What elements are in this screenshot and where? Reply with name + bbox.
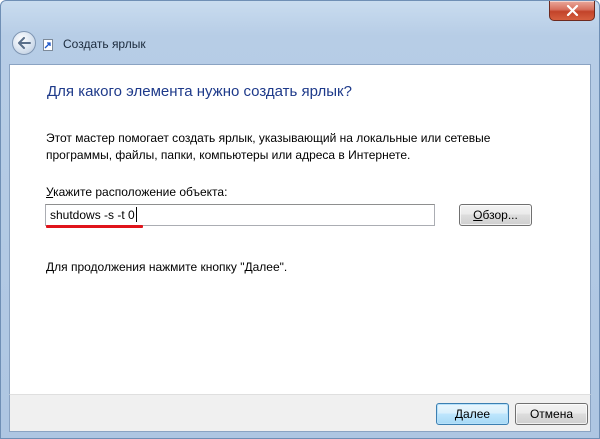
shortcut-icon [43, 39, 53, 51]
location-input[interactable]: shutdows -s -t 0 [45, 204, 435, 226]
wizard-content: Для какого элемента нужно создать ярлык?… [9, 64, 591, 394]
annotation-underline [46, 225, 143, 228]
cancel-button[interactable]: Отмена [515, 403, 588, 425]
button-bar: Далее Отмена [9, 394, 591, 432]
create-shortcut-window: Создать ярлык Для какого элемента нужно … [0, 0, 600, 439]
back-button[interactable] [12, 31, 36, 55]
browse-button[interactable]: Обзор... [459, 204, 532, 226]
close-icon [566, 5, 578, 16]
continue-hint: Для продолжения нажмите кнопку "Далее". [46, 260, 288, 274]
close-button[interactable] [549, 1, 595, 21]
page-heading: Для какого элемента нужно создать ярлык? [47, 83, 352, 100]
text-caret [135, 207, 137, 222]
location-label: Укажите расположение объекта: [46, 185, 227, 199]
description-text: Этот мастер помогает создать ярлык, указ… [46, 131, 491, 162]
location-input-value: shutdows -s -t 0 [50, 208, 135, 222]
next-button[interactable]: Далее [436, 403, 509, 425]
browse-accesskey: О [473, 208, 483, 222]
location-label-text: кажите расположение объекта: [53, 185, 228, 199]
navigation-bar: Создать ярлык [1, 27, 599, 63]
back-arrow-icon [18, 37, 31, 49]
wizard-title: Создать ярлык [63, 37, 146, 51]
browse-label: бзор... [482, 208, 518, 222]
